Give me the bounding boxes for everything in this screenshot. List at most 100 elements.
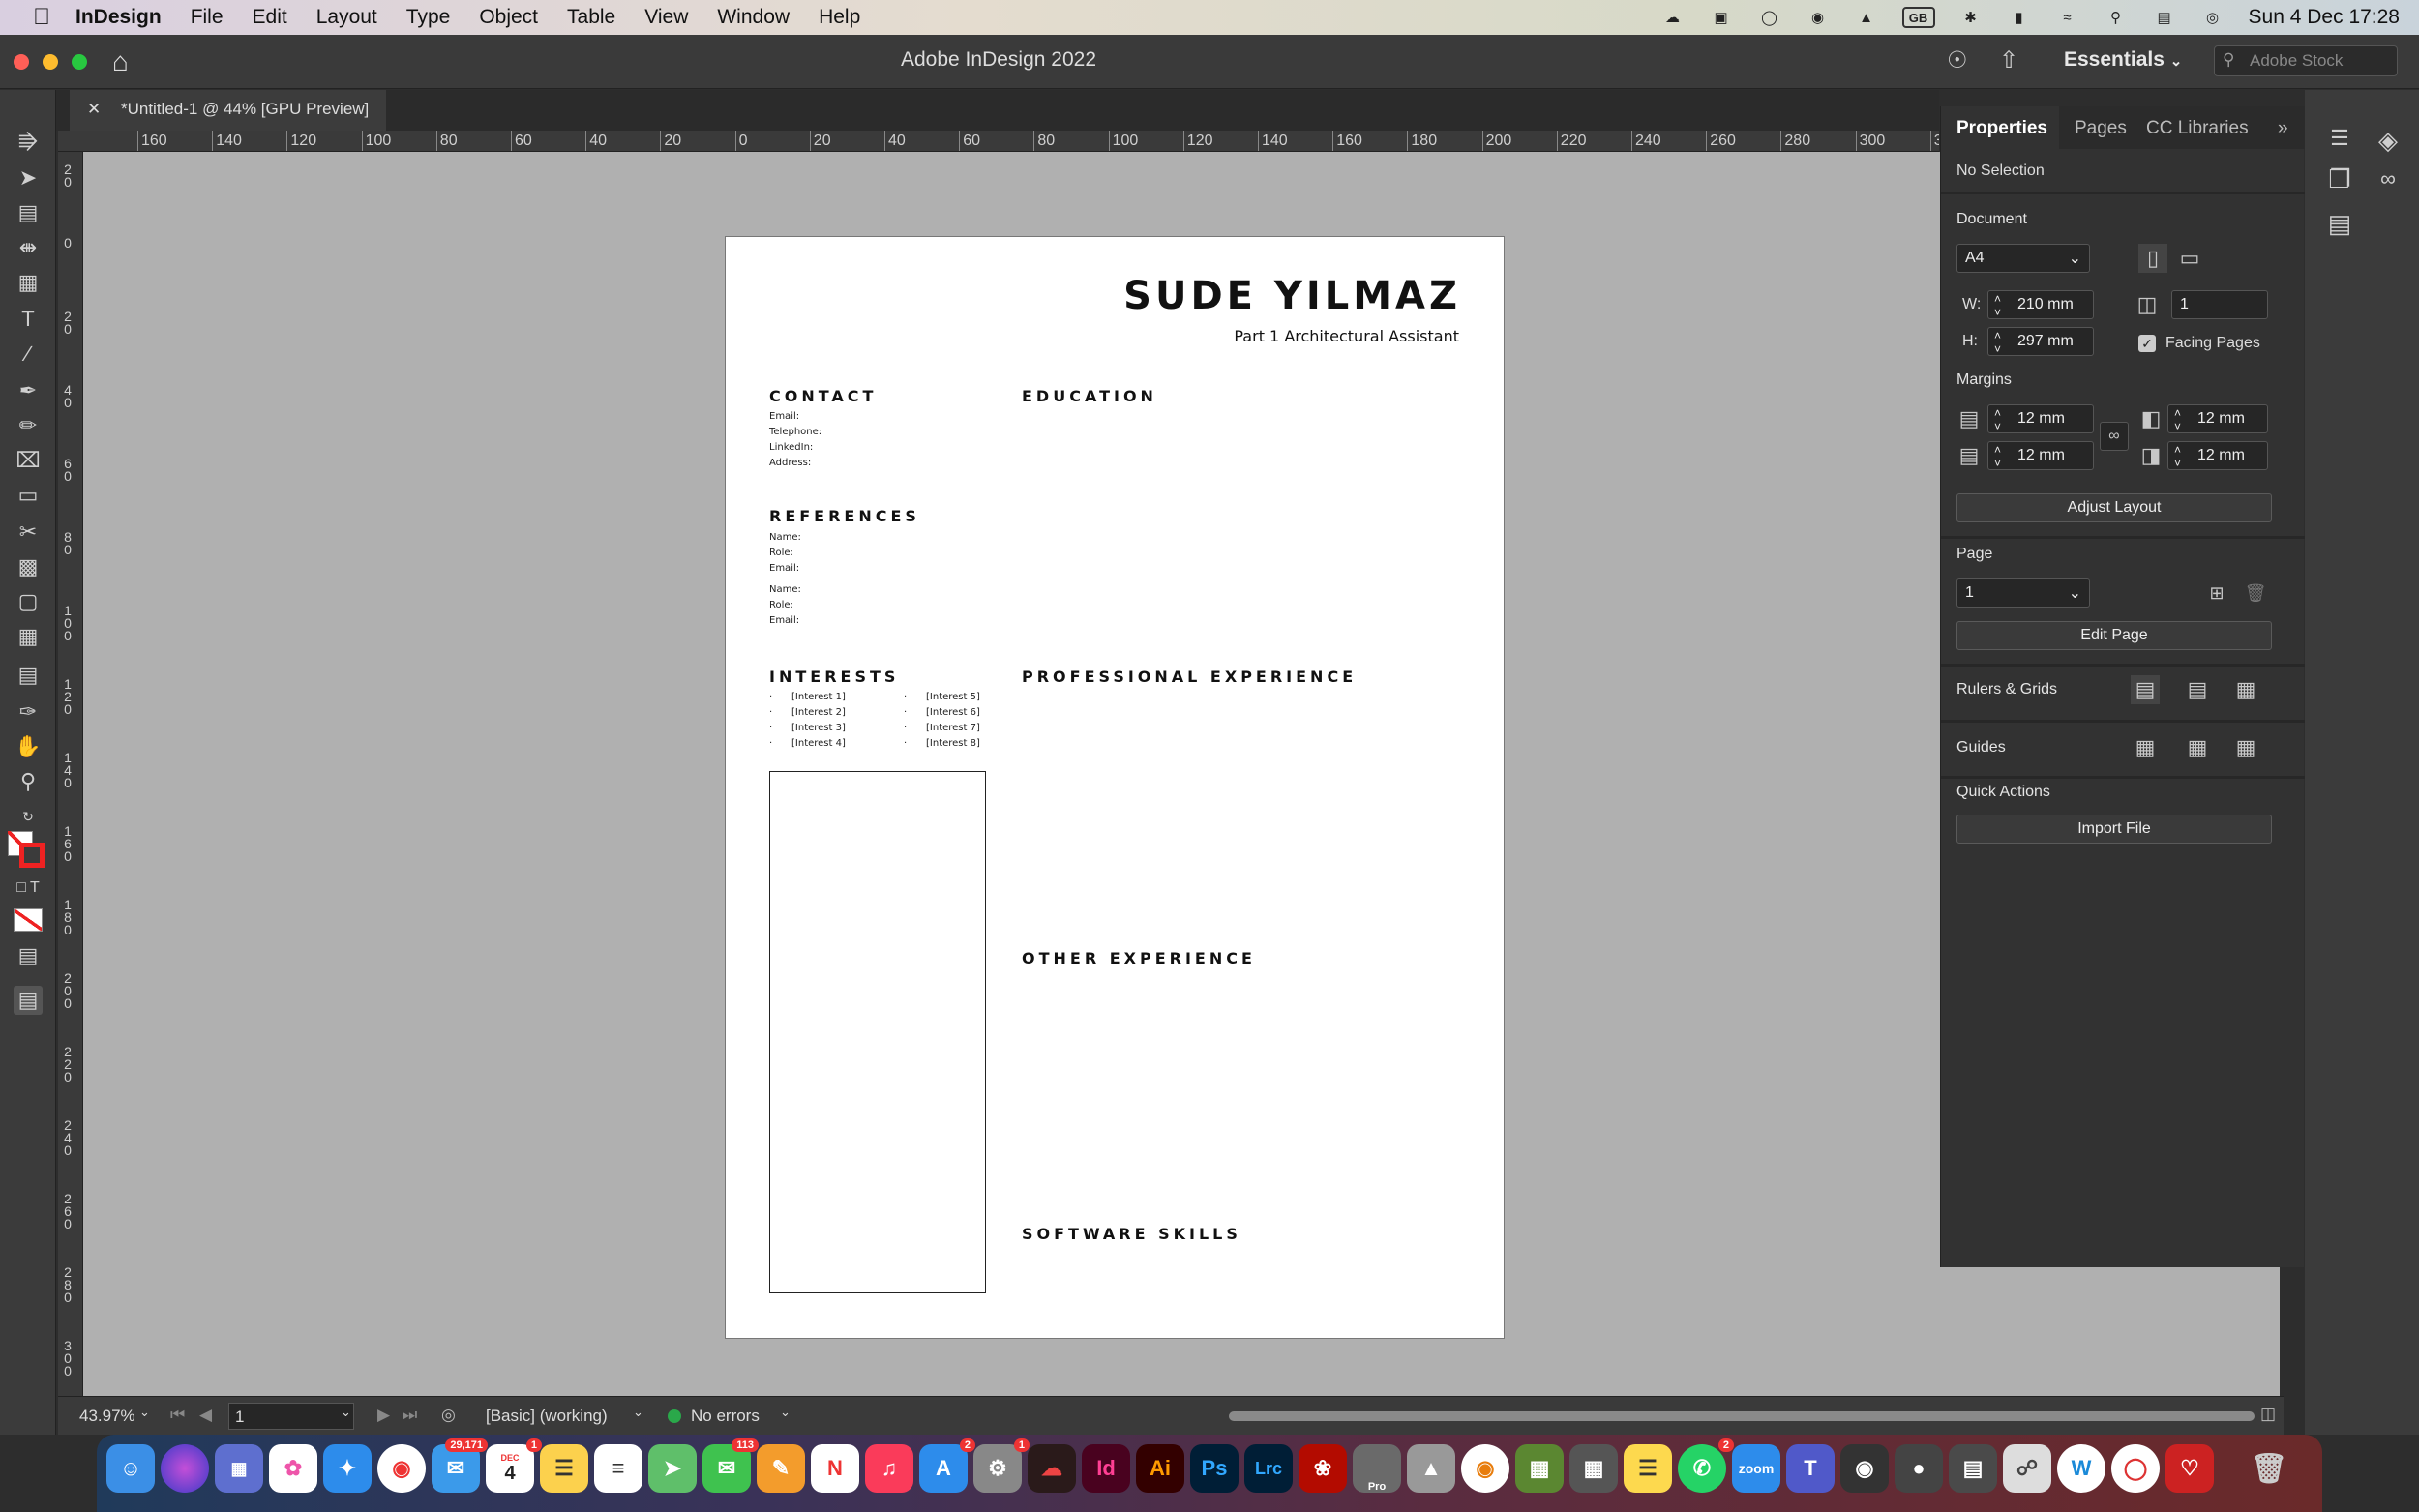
minecraft-icon[interactable]: ▦	[1515, 1444, 1564, 1493]
share-icon[interactable]: ⇧	[1999, 46, 2018, 74]
menubar-clock[interactable]: Sun 4 Dec 17:28	[2249, 6, 2400, 29]
contact-heading[interactable]: CONTACT	[769, 387, 877, 405]
delete-page-icon[interactable]: 🗑	[2241, 578, 2270, 608]
spotlight-search-icon[interactable]: ⚲	[2104, 7, 2129, 28]
stickies-icon[interactable]: ☰	[1624, 1444, 1672, 1493]
cc-libraries-icon[interactable]: ▤	[2322, 206, 2357, 241]
creative-cloud-icon[interactable]: ☁	[1660, 7, 1686, 28]
tab-properties[interactable]: Properties	[1956, 118, 2047, 139]
interests-heading[interactable]: INTERESTS	[769, 667, 899, 686]
type-tool-icon[interactable]: T	[14, 305, 43, 334]
image-capture-icon[interactable]: ●	[1895, 1444, 1943, 1493]
screen-mode-icon[interactable]: ▤	[14, 941, 43, 970]
hand-tool-icon[interactable]: ✋	[14, 732, 43, 761]
menu-help[interactable]: Help	[819, 6, 860, 29]
layers-panel-icon[interactable]: ◈	[2371, 123, 2405, 158]
vpn-icon[interactable]: ▲	[1854, 7, 1879, 28]
reference-role-label[interactable]: Role:	[769, 548, 793, 558]
pages-count-field[interactable]: 1	[2171, 290, 2268, 319]
chrome-icon[interactable]: ◉	[377, 1444, 426, 1493]
preview-icon[interactable]: ◉	[1840, 1444, 1889, 1493]
document-grid-icon[interactable]: ▦	[2231, 675, 2260, 704]
lightroom-classic-icon[interactable]: Lrc	[1244, 1444, 1293, 1493]
scissors-tool-icon[interactable]: ✂	[14, 518, 43, 547]
line-tool-icon[interactable]: ∕	[14, 340, 43, 369]
free-transform-tool-icon[interactable]: ▩	[14, 552, 43, 581]
properties-panel-icon[interactable]: ☰	[2322, 121, 2357, 156]
reminders-icon[interactable]: ≡	[594, 1444, 642, 1493]
menu-layout[interactable]: Layout	[316, 6, 377, 29]
references-heading[interactable]: REFERENCES	[769, 507, 920, 525]
margin-top-field[interactable]: ˄ ˅ 12 mm	[1987, 404, 2094, 433]
siri-icon[interactable]: ◎	[2200, 7, 2225, 28]
control-center-icon[interactable]: ▤	[2152, 7, 2177, 28]
education-heading[interactable]: EDUCATION	[1022, 387, 1157, 405]
chevron-down-icon[interactable]: ⌄	[633, 1405, 643, 1420]
interest-item[interactable]: [Interest 2]	[791, 707, 846, 718]
lock-guides-icon[interactable]: ▦	[2183, 733, 2212, 762]
whatsapp-icon[interactable]: ✆ 2	[1678, 1438, 1734, 1493]
page-number-field[interactable]: 1	[228, 1403, 354, 1430]
horizontal-scrollbar-thumb[interactable]	[1229, 1411, 2255, 1421]
menu-window[interactable]: Window	[717, 6, 790, 29]
margin-outside-field[interactable]: ˄ ˅ 12 mm	[2167, 441, 2268, 470]
apply-none-icon[interactable]	[14, 908, 43, 932]
next-page-icon[interactable]: ▶	[377, 1406, 390, 1425]
link-margins-icon[interactable]: ∞	[2100, 422, 2129, 451]
gradient-feather-tool-icon[interactable]: ▦	[14, 622, 43, 651]
wifi-icon[interactable]: ≈	[2055, 7, 2080, 28]
document-page[interactable]: SUDE YILMAZ Part 1 Architectural Assista…	[725, 236, 1505, 1339]
indesign-icon[interactable]: Id	[1082, 1444, 1130, 1493]
rectangle-frame-tool-icon[interactable]: ⌧	[14, 446, 43, 475]
reference-name-label[interactable]: Name:	[769, 584, 801, 595]
menu-app-name[interactable]: InDesign	[75, 6, 162, 29]
chevron-down-icon[interactable]: ⌄	[139, 1405, 150, 1420]
portrait-orientation-icon[interactable]: ▯	[2138, 244, 2167, 273]
pages-panel-icon[interactable]: ❐	[2322, 162, 2357, 196]
screenshot-icon[interactable]: ▤	[1949, 1444, 1997, 1493]
chevron-down-icon[interactable]: ⌄	[780, 1405, 791, 1420]
selection-tool-icon[interactable]: ⭆	[14, 129, 43, 158]
system-preferences-icon[interactable]: ⚙ 1	[973, 1438, 1030, 1493]
safari-icon[interactable]: ✦	[323, 1444, 372, 1493]
mcafee-icon[interactable]: ▣	[1709, 7, 1734, 28]
reference-role-label[interactable]: Role:	[769, 600, 793, 610]
pages-app-icon[interactable]: ✎	[757, 1444, 805, 1493]
news-icon[interactable]: N	[811, 1444, 859, 1493]
interest-item[interactable]: [Interest 3]	[791, 723, 846, 733]
fill-stroke-swatch[interactable]	[8, 831, 46, 870]
margin-inside-field[interactable]: ˄ ˅ 12 mm	[2167, 404, 2268, 433]
content-collector-icon[interactable]: ▦	[14, 268, 43, 297]
input-source-icon[interactable]: GB	[1901, 7, 1935, 28]
stepper-icon[interactable]: ˄ ˅	[1994, 443, 2001, 470]
maps-icon[interactable]: ➤	[648, 1444, 697, 1493]
menu-table[interactable]: Table	[567, 6, 615, 29]
contact-telephone-label[interactable]: Telephone:	[769, 427, 821, 437]
app-store-icon[interactable]: A2	[919, 1438, 975, 1493]
horizontal-ruler[interactable]: 160 140 120 100 80 60 40 20 0 20 40 60 80 100 120 140 16…	[58, 131, 1939, 152]
menu-edit[interactable]: Edit	[253, 6, 287, 29]
acrobat-icon[interactable]: ❀	[1299, 1444, 1347, 1493]
gap-tool-icon[interactable]: ⇼	[14, 233, 43, 262]
first-page-icon[interactable]: ⏮	[170, 1406, 185, 1425]
eyedropper-tool-icon[interactable]: ✑	[14, 697, 43, 726]
height-field[interactable]: ˄ ˅ 297 mm	[1987, 327, 2094, 356]
resume-subtitle[interactable]: Part 1 Architectural Assistant	[1234, 327, 1459, 345]
baseline-grid-icon[interactable]: ▤	[2183, 675, 2212, 704]
creative-cloud-app-icon[interactable]: ☁	[1028, 1444, 1076, 1493]
interest-item[interactable]: [Interest 7]	[926, 723, 980, 733]
siri-icon[interactable]	[161, 1444, 209, 1493]
finder-icon[interactable]: ☺	[106, 1444, 155, 1493]
zoom-level[interactable]: 43.97%	[79, 1407, 135, 1426]
close-tab-icon[interactable]: ✕	[87, 100, 101, 118]
panel-menu-chevron-icon[interactable]: »	[2278, 118, 2288, 139]
stepper-icon[interactable]: ˄ ˅	[1994, 406, 2001, 433]
document-preset-select[interactable]: A4 ⌄	[1956, 244, 2090, 273]
rectangle-tool-icon[interactable]: ▭	[14, 481, 43, 510]
adobe-stock-search[interactable]: ⚲ Adobe Stock	[2214, 45, 2398, 76]
pen-tool-icon[interactable]: ✒	[14, 376, 43, 405]
swap-fill-stroke-icon[interactable]: ↻	[14, 802, 43, 831]
grammarly-icon[interactable]: ◉	[1806, 7, 1831, 28]
workspace-switcher[interactable]: Essentials ⌄	[2064, 48, 2182, 72]
contact-linkedin-label[interactable]: LinkedIn:	[769, 442, 813, 453]
